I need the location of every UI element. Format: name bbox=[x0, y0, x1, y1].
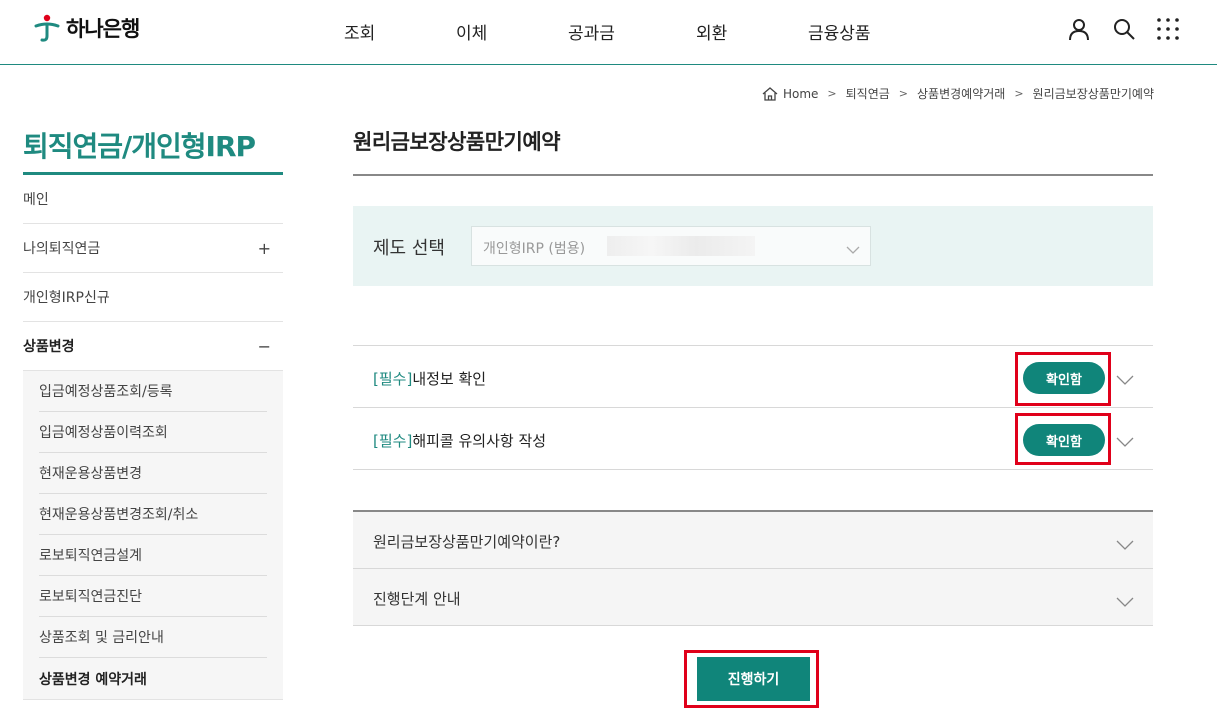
confirm-my-info-button[interactable]: 확인함 bbox=[1023, 362, 1105, 394]
agreement-row-my-info[interactable]: [필수]내정보 확인 확인함 bbox=[353, 346, 1153, 408]
chevron-right-icon: > bbox=[1014, 87, 1024, 100]
hana-bank-logo[interactable]: 하나은행 bbox=[32, 12, 140, 44]
confirm-happy-call-button[interactable]: 확인함 bbox=[1023, 424, 1105, 456]
submenu-item-robo-pension-design[interactable]: 로보퇴직연금설계 bbox=[39, 535, 267, 576]
menu-grid-icon[interactable] bbox=[1155, 16, 1181, 42]
sidebar-item-my-pension[interactable]: 나의퇴직연금 + bbox=[23, 224, 283, 273]
nav-item-transfer[interactable]: 이체 bbox=[456, 19, 487, 44]
required-tag: [필수] bbox=[373, 370, 413, 388]
sidebar-item-label: 개인형IRP신규 bbox=[23, 290, 110, 306]
plan-select-panel: 제도 선택 개인형IRP (범용) bbox=[353, 206, 1153, 286]
chevron-right-icon: > bbox=[827, 87, 837, 100]
masked-account-info bbox=[607, 236, 755, 256]
chevron-down-icon[interactable] bbox=[1116, 592, 1134, 611]
breadcrumb-product-change-reservation[interactable]: 상품변경예약거래 bbox=[917, 85, 1005, 102]
logo-text: 하나은행 bbox=[66, 17, 140, 41]
sidebar-submenu: 입금예정상품조회/등록 입금예정상품이력조회 현재운용상품변경 현재운용상품변경… bbox=[23, 371, 283, 700]
chevron-down-icon bbox=[846, 240, 860, 259]
top-header: 하나은행 조회 이체 공과금 외환 금융상품 bbox=[0, 0, 1217, 65]
agreement-title: 해피콜 유의사항 작성 bbox=[412, 432, 547, 450]
info-row-label: 진행단계 안내 bbox=[373, 590, 461, 608]
sidebar-item-irp-new[interactable]: 개인형IRP신규 bbox=[23, 273, 283, 322]
sidebar-item-label: 메인 bbox=[23, 192, 49, 208]
info-accordion: 원리금보장상품만기예약이란? 진행단계 안내 bbox=[353, 510, 1153, 626]
submenu-item-robo-pension-diagnosis[interactable]: 로보퇴직연금진단 bbox=[39, 576, 267, 617]
expand-plus-icon[interactable]: + bbox=[258, 239, 271, 258]
plan-select-value: 개인형IRP (범용) bbox=[483, 241, 586, 257]
info-row-label: 원리금보장상품만기예약이란? bbox=[373, 533, 561, 551]
submenu-item-deposit-product-history[interactable]: 입금예정상품이력조회 bbox=[39, 412, 267, 453]
sidebar-menu: 메인 나의퇴직연금 + 개인형IRP신규 상품변경 − 입금예정상품조회/등록 … bbox=[23, 175, 283, 700]
sidebar-item-main[interactable]: 메인 bbox=[23, 175, 283, 224]
sidebar-title: 퇴직연금/개인형IRP bbox=[23, 130, 256, 163]
chevron-right-icon: > bbox=[898, 87, 908, 100]
proceed-button[interactable]: 진행하기 bbox=[697, 657, 810, 701]
agreement-label: [필수]해피콜 유의사항 작성 bbox=[373, 430, 546, 451]
breadcrumb: Home > 퇴직연금 > 상품변경예약거래 > 원리금보장상품만기예약 bbox=[762, 85, 1154, 102]
breadcrumb-retirement-pension[interactable]: 퇴직연금 bbox=[846, 85, 890, 102]
title-divider bbox=[353, 174, 1153, 176]
info-row-what-is-reservation[interactable]: 원리금보장상품만기예약이란? bbox=[353, 512, 1153, 569]
sidebar-item-product-change[interactable]: 상품변경 − bbox=[23, 322, 283, 371]
breadcrumb-current-page: 원리금보장상품만기예약 bbox=[1032, 87, 1154, 101]
plan-select-dropdown[interactable]: 개인형IRP (범용) bbox=[471, 226, 871, 266]
home-icon[interactable] bbox=[762, 86, 778, 101]
chevron-down-icon[interactable] bbox=[1116, 535, 1134, 554]
submenu-item-current-product-change[interactable]: 현재운용상품변경 bbox=[39, 453, 267, 494]
submenu-item-product-rate-info[interactable]: 상품조회 및 금리안내 bbox=[39, 617, 267, 658]
nav-item-utility-bills[interactable]: 공과금 bbox=[568, 19, 615, 44]
user-icon[interactable] bbox=[1066, 16, 1092, 42]
page-title: 원리금보장상품만기예약 bbox=[353, 130, 561, 154]
required-tag: [필수] bbox=[373, 432, 413, 450]
nav-item-financial-products[interactable]: 금융상품 bbox=[808, 19, 871, 44]
required-agreements: [필수]내정보 확인 확인함 [필수]해피콜 유의사항 작성 확인함 bbox=[353, 345, 1153, 470]
agreement-row-happy-call[interactable]: [필수]해피콜 유의사항 작성 확인함 bbox=[353, 408, 1153, 470]
plan-select-label: 제도 선택 bbox=[373, 238, 445, 259]
nav-item-foreign-exchange[interactable]: 외환 bbox=[696, 19, 727, 44]
search-icon[interactable] bbox=[1111, 16, 1137, 42]
sidebar-item-label: 상품변경 bbox=[23, 339, 75, 355]
chevron-down-icon[interactable] bbox=[1116, 432, 1134, 451]
submenu-item-deposit-product-register[interactable]: 입금예정상품조회/등록 bbox=[39, 371, 267, 412]
nav-item-inquiry[interactable]: 조회 bbox=[344, 19, 375, 44]
submenu-item-change-inquiry-cancel[interactable]: 현재운용상품변경조회/취소 bbox=[39, 494, 267, 535]
agreement-label: [필수]내정보 확인 bbox=[373, 368, 486, 389]
submenu-item-change-reservation[interactable]: 상품변경 예약거래 bbox=[39, 658, 267, 699]
breadcrumb-home[interactable]: Home bbox=[783, 87, 818, 101]
chevron-down-icon[interactable] bbox=[1116, 370, 1134, 389]
hana-logo-icon bbox=[32, 13, 62, 43]
sidebar-item-label: 나의퇴직연금 bbox=[23, 241, 101, 257]
agreement-title: 내정보 확인 bbox=[412, 370, 487, 388]
collapse-minus-icon[interactable]: − bbox=[258, 337, 271, 356]
info-row-progress-steps[interactable]: 진행단계 안내 bbox=[353, 569, 1153, 626]
